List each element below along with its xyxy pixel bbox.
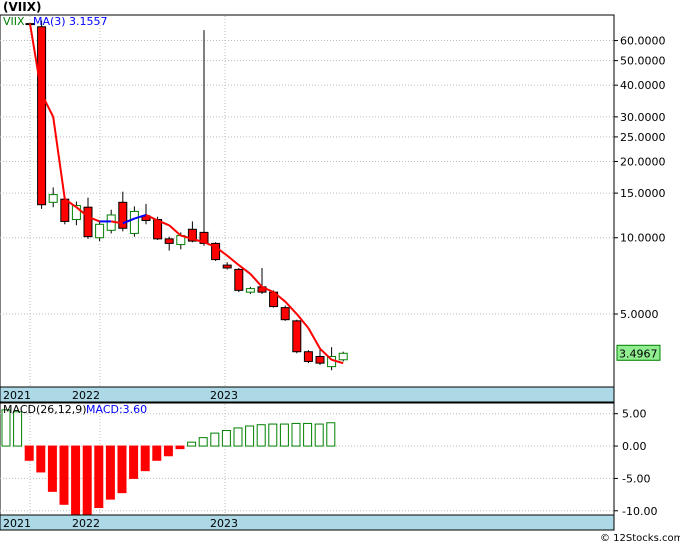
macd-bar <box>71 445 81 515</box>
x-tick-label: 2021 <box>3 517 31 530</box>
macd-bar <box>163 445 173 457</box>
price-panel <box>0 14 615 388</box>
legend-ma-value: 3.1557 <box>69 15 108 28</box>
page-title: (VIIX) <box>3 0 41 14</box>
candle-body <box>292 320 302 353</box>
candle-body <box>60 198 70 222</box>
macd-bar <box>175 445 185 450</box>
x-tick-label: 2022 <box>72 389 100 402</box>
macd-bar <box>210 432 220 447</box>
y-tick-label: 50.0000 <box>620 55 666 68</box>
macd-bar <box>198 437 208 447</box>
macd-bar <box>303 422 313 447</box>
candle-body <box>245 288 255 293</box>
y-tick-label: -5.00 <box>622 472 650 485</box>
candle-body <box>129 210 139 234</box>
candle-body <box>315 355 325 364</box>
x-tick-label: 2023 <box>210 517 238 530</box>
candle-body <box>48 194 58 203</box>
candle-body <box>164 238 174 244</box>
macd-bar <box>291 422 301 447</box>
macd-bar <box>245 425 255 447</box>
macd-bar <box>233 427 243 447</box>
candle-body <box>118 201 128 229</box>
y-tick-label: 5.0000 <box>620 308 659 321</box>
macd-bar <box>117 445 127 494</box>
x-tick-label: 2023 <box>210 389 238 402</box>
y-tick-label: 10.0000 <box>620 232 666 245</box>
macd-bar <box>268 423 278 447</box>
macd-bar <box>221 430 231 447</box>
macd-y-axis: 5.00 0.00 -5.00 -10.00 <box>614 408 657 518</box>
y-tick-label: 0.00 <box>622 440 647 453</box>
macd-bar <box>129 445 139 479</box>
y-tick-label: -10.00 <box>622 505 657 518</box>
y-tick-label: 20.0000 <box>620 155 666 168</box>
candle-body <box>37 26 47 206</box>
candle-body <box>95 223 105 239</box>
macd-bar <box>152 445 162 461</box>
macd-bar <box>36 445 46 473</box>
macd-bar <box>59 445 69 505</box>
y-tick-label: 40.0000 <box>620 79 666 92</box>
candle-body <box>303 351 313 362</box>
legend-ma-label: MA(3) <box>33 15 66 28</box>
y-tick-label: 60.0000 <box>620 35 666 48</box>
y-tick-label: 25.0000 <box>620 131 666 144</box>
macd-legend-value: MACD:3.60 <box>86 403 147 416</box>
last-price-label: 3.4967 <box>619 347 658 360</box>
candle-body <box>83 206 93 238</box>
legend-symbol: VIIX <box>3 15 25 28</box>
macd-bar <box>140 445 150 472</box>
macd-bar <box>326 422 336 447</box>
chart-canvas: (VIIX) 60.0000 50.0000 40.0000 30.0000 25.00… <box>0 0 680 544</box>
macd-bar <box>105 445 115 500</box>
y-tick-label: 15.0000 <box>620 187 666 200</box>
macd-bar <box>94 445 104 509</box>
watermark: © 12Stocks.com <box>600 533 680 544</box>
macd-bar <box>82 445 92 515</box>
y-tick-label: 30.0000 <box>620 111 666 124</box>
macd-bar <box>24 445 34 461</box>
y-tick-label: 5.00 <box>622 408 647 421</box>
candle-body <box>280 307 290 321</box>
macd-panel <box>0 402 615 516</box>
macd-bar <box>256 424 266 447</box>
macd-legend-label: MACD(26,12,9) <box>3 403 87 416</box>
x-tick-label: 2022 <box>72 517 100 530</box>
x-tick-label: 2021 <box>3 389 31 402</box>
macd-bar <box>47 445 57 492</box>
macd-bar <box>314 423 324 447</box>
price-y-axis: 60.0000 50.0000 40.0000 30.0000 25.0000 20.00… <box>614 35 666 321</box>
macd-bar <box>279 423 289 447</box>
candle-body <box>234 268 244 291</box>
macd-bar <box>13 411 23 447</box>
candle-body <box>338 352 348 361</box>
candle-body <box>222 264 232 269</box>
macd-bar <box>187 441 197 447</box>
